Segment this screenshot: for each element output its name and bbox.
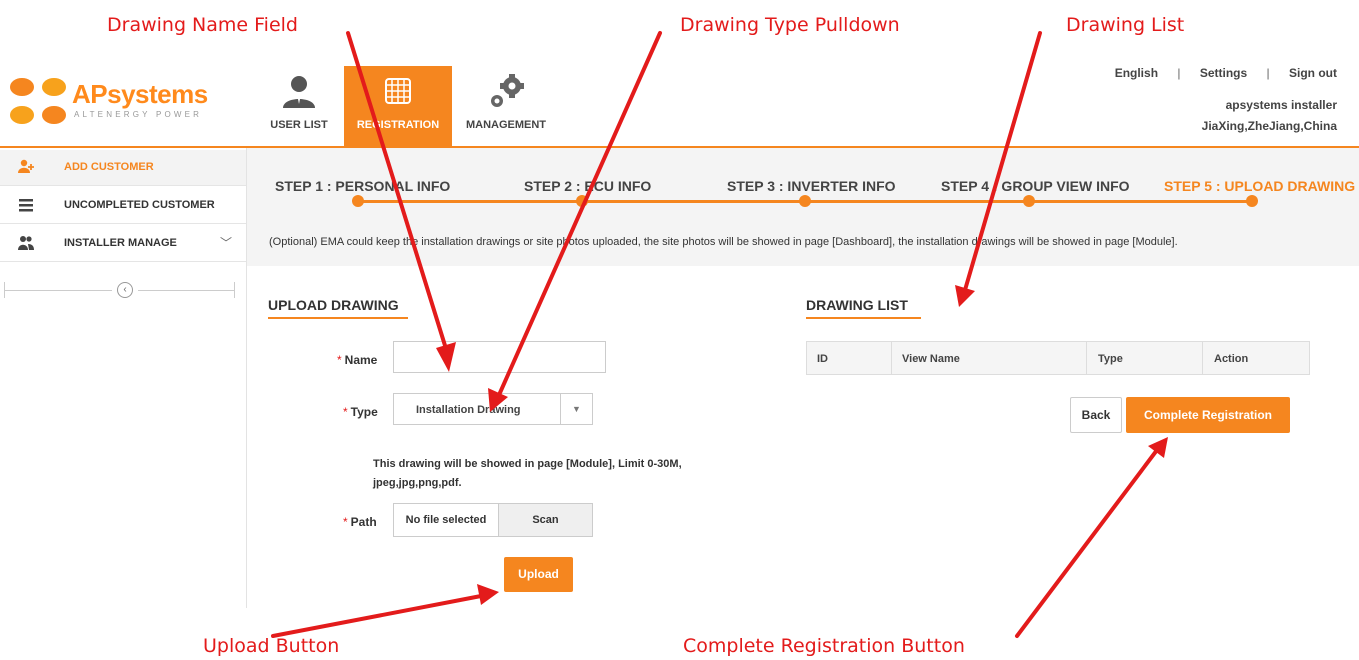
column-header-id: ID <box>817 353 828 365</box>
file-picker[interactable]: No file selected Scan <box>393 503 593 537</box>
scan-button[interactable]: Scan <box>498 504 592 536</box>
step-dot <box>1023 195 1035 207</box>
sidebar-item-label: UNCOMPLETED CUSTOMER <box>64 199 215 211</box>
callout-complete-button: Complete Registration Button <box>683 635 965 657</box>
collapse-sidebar-icon[interactable]: ‹ <box>117 282 133 298</box>
column-header-view-name: View Name <box>902 353 960 365</box>
step-4: STEP 4 : GROUP VIEW INFO <box>941 178 1130 194</box>
nav-tab-registration[interactable]: REGISTRATION <box>344 66 452 146</box>
selected-type: Installation Drawing <box>416 404 521 416</box>
step-dot <box>576 195 588 207</box>
sidebar-collapse-row: ‹ <box>0 282 246 298</box>
step-dot <box>352 195 364 207</box>
separator: | <box>1266 66 1270 80</box>
logo-mark-icon <box>10 78 66 124</box>
user-location: JiaXing,ZheJiang,China <box>1201 119 1337 133</box>
step-dot <box>799 195 811 207</box>
upload-hint: This drawing will be showed in page [Mod… <box>373 458 682 489</box>
callout-drawing-list: Drawing List <box>1066 14 1185 36</box>
nav-tab-management[interactable]: MANAGEMENT <box>452 66 560 146</box>
step-5: STEP 5 : UPLOAD DRAWING <box>1164 178 1356 194</box>
column-divider <box>1202 342 1203 374</box>
upload-button[interactable]: Upload <box>504 557 573 592</box>
sidebar-item-label: ADD CUSTOMER <box>64 161 154 173</box>
user-icon <box>283 76 315 108</box>
brand-tagline: ALTENERGY POWER <box>74 110 203 119</box>
step-2: STEP 2 : ECU INFO <box>524 178 652 194</box>
top-links: English | Settings | Sign out <box>1109 66 1337 80</box>
divider <box>138 290 234 291</box>
drawing-list-table: ID View Name Type Action <box>806 341 1310 375</box>
brand-name: APsystems <box>72 79 208 109</box>
nav-tab-user-list[interactable]: USER LIST <box>245 66 353 146</box>
step-note: (Optional) EMA could keep the installati… <box>269 236 1178 248</box>
signout-link[interactable]: Sign out <box>1289 66 1337 80</box>
drawing-list-title: DRAWING LIST <box>806 297 908 313</box>
type-label: * Type <box>343 405 378 419</box>
drawing-type-select[interactable]: Installation Drawing ▼ <box>393 393 593 425</box>
sidebar-item-uncompleted-customer[interactable]: UNCOMPLETED CUSTOMER <box>0 188 246 224</box>
steps-band: STEP 1 : PERSONAL INFO STEP 2 : ECU INFO… <box>247 148 1359 266</box>
column-header-type: Type <box>1098 353 1123 365</box>
grid-icon <box>385 78 411 104</box>
name-label: * Name <box>337 353 378 367</box>
sidebar-item-installer-manage[interactable]: INSTALLER MANAGE ﹀ <box>0 226 246 262</box>
callout-type-pulldown: Drawing Type Pulldown <box>680 14 900 36</box>
list-icon <box>19 199 33 212</box>
brand-logo[interactable]: APsystems ALTENERGY POWER <box>10 73 220 129</box>
back-button[interactable]: Back <box>1070 397 1122 433</box>
column-header-action: Action <box>1214 353 1249 365</box>
step-3: STEP 3 : INVERTER INFO <box>727 178 896 194</box>
chevron-down-icon[interactable]: ▼ <box>560 394 592 424</box>
user-name: apsystems installer <box>1225 98 1337 112</box>
language-link[interactable]: English <box>1115 66 1158 80</box>
sidebar-item-add-customer[interactable]: ADD CUSTOMER <box>0 150 246 186</box>
callout-upload-button: Upload Button <box>203 635 340 657</box>
path-label: * Path <box>343 515 377 529</box>
callout-name-field: Drawing Name Field <box>107 14 298 36</box>
column-divider <box>891 342 892 374</box>
nav-tab-label: USER LIST <box>270 119 328 131</box>
chevron-down-icon[interactable]: ﹀ <box>220 234 232 251</box>
nav-tab-label: MANAGEMENT <box>465 119 547 131</box>
users-icon <box>18 236 34 250</box>
column-divider <box>1086 342 1087 374</box>
step-dot <box>1246 195 1258 207</box>
section-underline <box>268 317 408 319</box>
divider <box>4 290 112 291</box>
sidebar: ADD CUSTOMER UNCOMPLETED CUSTOMER INSTAL… <box>0 148 246 608</box>
divider <box>234 282 235 298</box>
nav-tab-label: REGISTRATION <box>356 119 440 131</box>
settings-link[interactable]: Settings <box>1200 66 1247 80</box>
upload-drawing-title: UPLOAD DRAWING <box>268 297 399 313</box>
file-name-display: No file selected <box>405 514 487 526</box>
step-1: STEP 1 : PERSONAL INFO <box>275 178 451 194</box>
drawing-name-input[interactable] <box>393 341 606 373</box>
separator: | <box>1177 66 1181 80</box>
sidebar-item-label: INSTALLER MANAGE <box>64 237 177 249</box>
section-underline <box>806 317 921 319</box>
add-user-icon <box>18 159 34 173</box>
complete-registration-button[interactable]: Complete Registration <box>1126 397 1290 433</box>
gears-icon <box>491 74 524 107</box>
